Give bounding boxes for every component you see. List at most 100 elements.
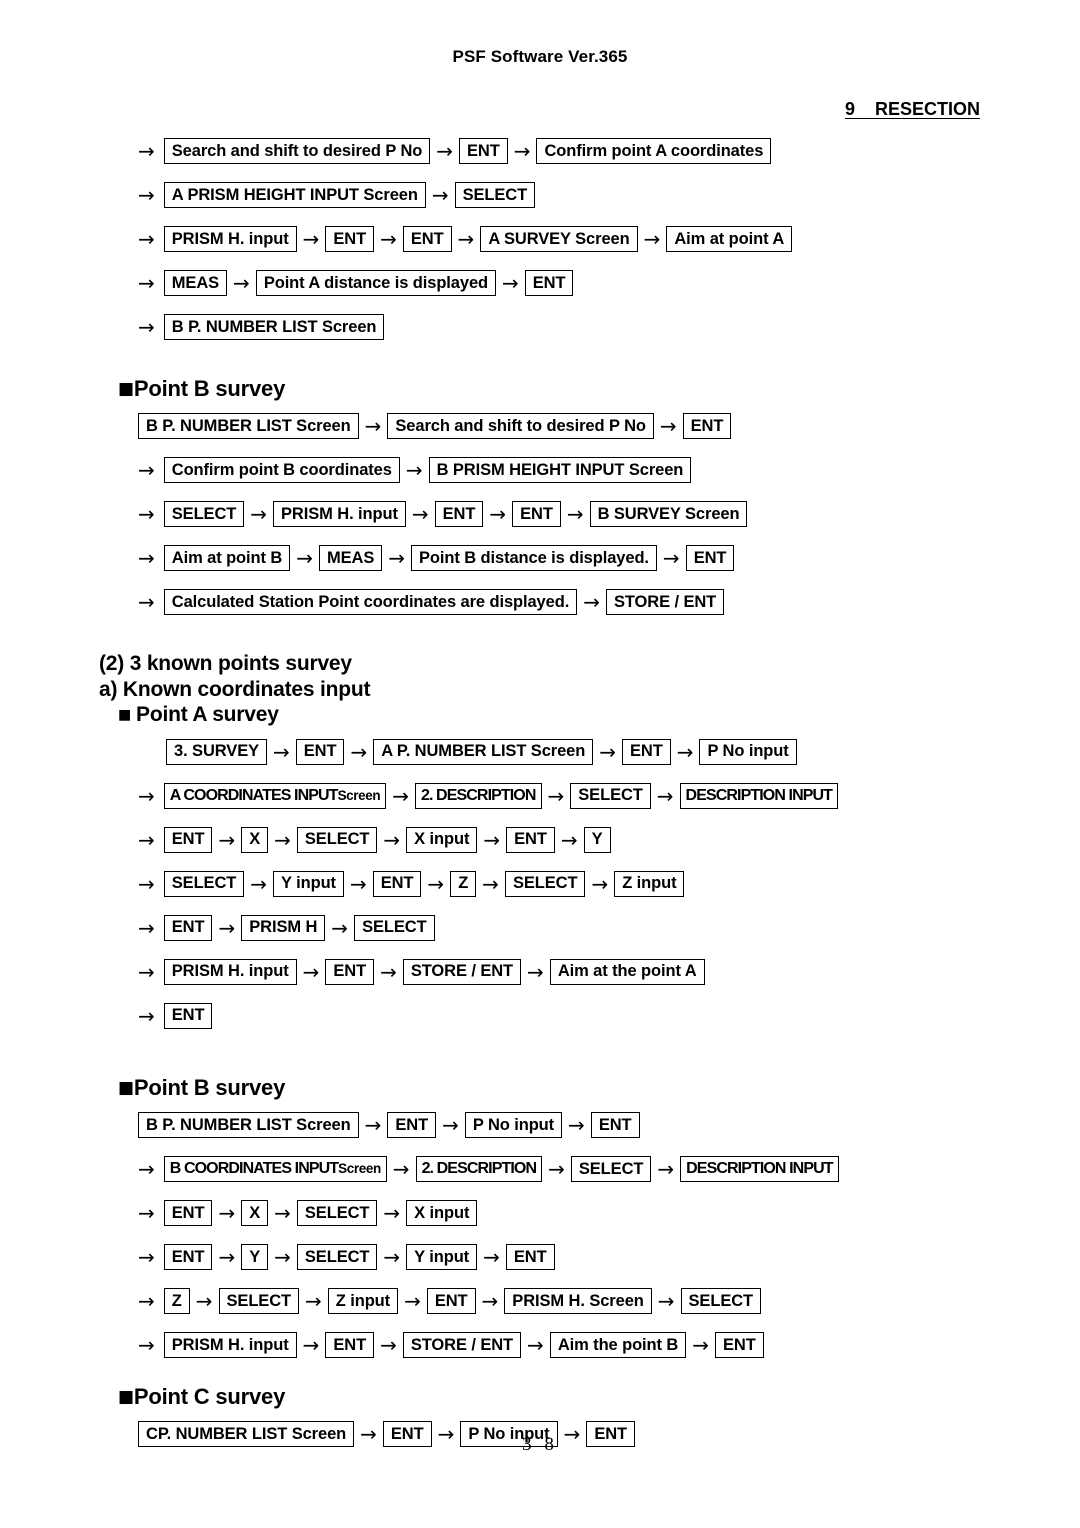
page-number: 3 8 (522, 1434, 558, 1455)
flow-row: → Search and shift to desired P No → ENT → Co… (0, 136, 1080, 166)
flow-arrow-icon: → (392, 1156, 410, 1181)
flow-arrow-icon: → (364, 1112, 382, 1137)
flow-step-box: Point B distance is displayed. (411, 545, 657, 572)
flow-arrow-icon: → (138, 183, 155, 207)
flow-step-box: SELECT (570, 1155, 652, 1182)
flow-step-box: SELECT (296, 1199, 378, 1226)
flow-arrow-icon: → (676, 739, 694, 764)
flow-arrow-icon: → (138, 1244, 155, 1269)
flow-step-box: PRISM H. input (273, 501, 406, 528)
document-content: → Search and shift to desired P No → ENT → Co… (0, 136, 1080, 1449)
flow-step-box: SELECT (454, 182, 536, 208)
heading-point-b-survey-2: ■Point B survey (0, 1075, 1080, 1100)
chapter-heading-text: 9 RESECTION (844, 99, 980, 119)
flow-step-box: STORE / ENT (402, 958, 522, 985)
flow-step-box: ENT (325, 958, 375, 985)
flow-step-box: 2. DESCRIPTION (414, 782, 542, 809)
flow-arrow-icon: → (392, 783, 409, 808)
square-bullet-icon: ■ (118, 379, 134, 399)
flow-arrow-icon: → (527, 1332, 544, 1357)
flow-arrow-icon: → (138, 959, 155, 984)
flow-step-box: ENT (714, 1331, 764, 1358)
flow-row: → PRISM H. input → ENT → ENT → A SURVEY Screen →… (0, 224, 1080, 254)
flow-arrow-icon: → (481, 1288, 499, 1313)
flow-arrow-icon: → (482, 871, 499, 896)
flow-arrow-icon: → (349, 871, 367, 896)
flow-step-box: SELECT (296, 1243, 378, 1270)
heading-text: Point B survey (133, 1074, 286, 1100)
flow-arrow-icon: → (388, 546, 406, 571)
flow-arrow-icon: → (331, 915, 349, 940)
square-bullet-icon: ■ (118, 1386, 134, 1407)
flow-arrow-icon: → (657, 1156, 675, 1181)
flow-step-box: X (241, 1199, 269, 1226)
flow-arrow-icon: → (411, 502, 429, 527)
flow-arrow-icon: → (138, 227, 155, 251)
flow-arrow-icon: → (457, 227, 475, 251)
flow-step-box: SELECT (570, 782, 651, 809)
heading-known-coordinates-input: a) Known coordinates input (99, 677, 371, 701)
flow-step-box: ENT (512, 501, 561, 528)
heading-point-b-survey-1: ■Point B survey (0, 376, 1080, 401)
flow-row: → MEAS → Point A distance is displayed → ENT (0, 268, 1080, 298)
flow-step-box: Z input (614, 870, 685, 897)
flow-step-box: DESCRIPTION INPUT (680, 1155, 839, 1182)
flow-step-box: Z input (327, 1287, 399, 1314)
flow-step-box: A PRISM HEIGHT INPUT Screen (163, 182, 426, 208)
flow-step-box: Confirm point A coordinates (536, 138, 772, 164)
flow-arrow-icon: → (591, 871, 609, 896)
flow-step-text: A COORDINATES INPUT (169, 786, 339, 804)
flow-step-box: Y input (273, 870, 344, 897)
flow-step-box: ENT (372, 870, 422, 897)
flow-arrow-icon: → (138, 590, 155, 615)
flow-row: B P. NUMBER LIST Screen → Search and shift… (0, 411, 1080, 441)
flow-arrow-icon: → (296, 546, 313, 571)
flow-step-box: ENT (295, 738, 345, 765)
flow-step-box: ENT (506, 826, 555, 853)
flow-step-box: X (241, 826, 269, 853)
flow-step-box: SELECT (680, 1287, 762, 1314)
flow-arrow-icon: → (404, 1288, 421, 1313)
flow-arrow-icon: → (138, 1288, 155, 1313)
flow-row: → SELECT → Y input → ENT → Z → SELECT → Z input (0, 869, 1080, 899)
flow-arrow-icon: → (138, 546, 155, 571)
flow-step-box: X input (406, 826, 478, 853)
flow-step-box: ENT (524, 270, 574, 296)
flow-step-box: ENT (325, 226, 375, 252)
heading-point-c-survey: ■Point C survey (0, 1384, 1080, 1409)
flow-row: → ENT → X → SELECT → X input (0, 1198, 1080, 1228)
flow-step-box: Aim at point B (163, 545, 291, 572)
flow-step-box: Confirm point B coordinates (163, 457, 400, 484)
flow-step-box: B PRISM HEIGHT INPUT Screen (428, 457, 692, 484)
flow-step-box: MEAS (318, 545, 383, 572)
flow-step-box: MEAS (163, 270, 228, 296)
flow-arrow-icon: → (138, 827, 155, 852)
flow-row: → Calculated Station Point coordinates ar… (0, 587, 1080, 617)
heading-text: Point A survey (136, 702, 279, 726)
flow-arrow-icon: → (656, 783, 674, 808)
flow-row: → Confirm point B coordinates → B PRISM HEI… (0, 455, 1080, 485)
flow-step-box: ENT (622, 738, 671, 765)
flow-step-box: Y input (406, 1243, 478, 1270)
heading-text: Point C survey (133, 1383, 286, 1409)
flow-step-box: P No input (699, 738, 797, 765)
flow-arrow-icon: → (442, 1112, 459, 1137)
flow-arrow-icon: → (250, 502, 268, 527)
flow-row: → ENT → Y → SELECT → Y input → ENT (0, 1242, 1080, 1272)
flow-step-box: ENT (163, 914, 213, 941)
flow-step-box: PRISM H (241, 914, 326, 941)
flow-step-box: PRISM H. input (163, 226, 297, 252)
flow-step-box: B P. NUMBER LIST Screen (138, 413, 359, 440)
flow-arrow-icon: → (218, 915, 236, 940)
flow-step-box: ENT (505, 1243, 555, 1270)
flow-step-box: ENT (402, 226, 452, 252)
flow-arrow-icon: → (305, 1288, 322, 1313)
flow-step-box: STORE / ENT (402, 1331, 522, 1358)
flow-arrow-icon: → (548, 1156, 565, 1181)
flow-step-box: ENT (163, 1243, 213, 1270)
flow-step-box: SELECT (163, 501, 245, 528)
flow-arrow-icon: → (513, 139, 531, 163)
flow-step-box: B P. NUMBER LIST Screen (163, 314, 385, 340)
